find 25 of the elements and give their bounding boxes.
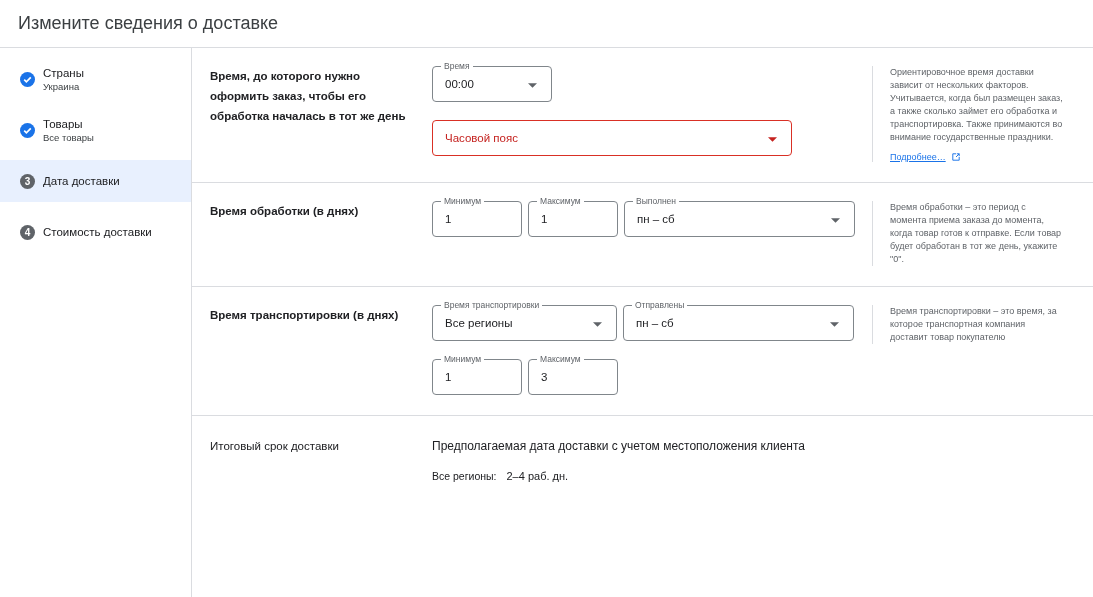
help-text: Ориентировочное время доставки зависит от нескольких факторов. Учитывается, когда был размещен заказ, а также сколько займет его обработка и транспортировка. Также принимаются во внимание государственные праздники. bbox=[890, 66, 1064, 144]
region-label: Все регионы: bbox=[432, 470, 497, 482]
caret-icon bbox=[528, 83, 537, 88]
help-text: Время обработки – это период с момента приема заказа до момента, когда товар готов к отправке. Если товар будет обработан в тот же день, укажите "0". bbox=[890, 201, 1063, 266]
caret-icon bbox=[593, 322, 602, 327]
help-text: Время транспортировки – это время, за которое транспортная компания доставит товар покупателю bbox=[890, 305, 1058, 344]
delivery-days: 2–4 раб. дн. bbox=[506, 470, 569, 482]
learn-more-link[interactable]: Подробнее… bbox=[890, 152, 1064, 162]
step-item[interactable]: Товары Все товары bbox=[0, 109, 191, 151]
caret-icon bbox=[831, 218, 840, 223]
dropdown[interactable]: Часовой пояс bbox=[432, 120, 792, 156]
section-label: Время обработки (в днях) bbox=[210, 204, 360, 219]
step-item[interactable]: 3 Дата доставки bbox=[0, 160, 191, 202]
step-number: 3 bbox=[20, 173, 35, 189]
summary-label: Итоговый срок доставки bbox=[210, 439, 340, 454]
step-item[interactable]: 4 Стоимость доставки bbox=[0, 211, 191, 253]
external-link-icon bbox=[951, 153, 960, 161]
section-label: Время транспортировки (в днях) bbox=[210, 308, 400, 323]
page-title: Измените сведения о доставке bbox=[18, 13, 279, 34]
caret-icon bbox=[830, 322, 839, 327]
section-label: Время, до которого нужно оформить заказ, чтобы его обработка началась в тот же день bbox=[210, 69, 407, 124]
step-number: 4 bbox=[20, 224, 35, 240]
summary-heading: Предполагаемая дата доставки с учетом местоположения клиента bbox=[432, 438, 805, 455]
caret-icon bbox=[768, 137, 777, 142]
step-item[interactable]: Страны Украина bbox=[0, 58, 191, 100]
